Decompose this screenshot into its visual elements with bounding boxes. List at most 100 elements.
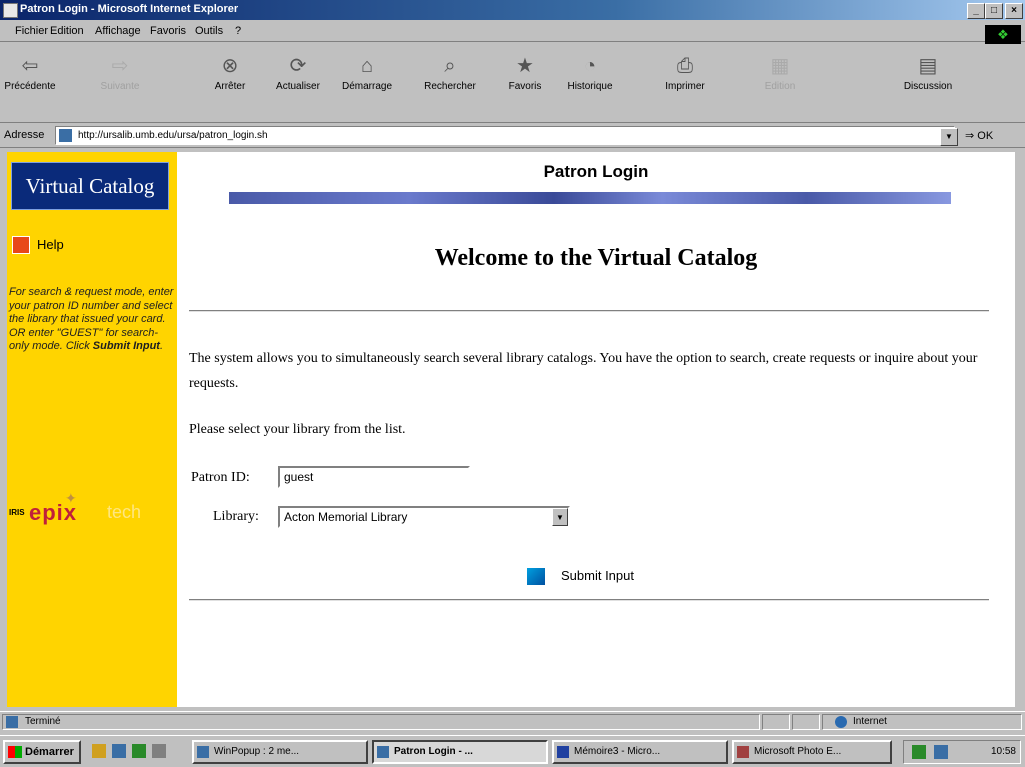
- menu-affichage[interactable]: Affichage: [95, 25, 141, 37]
- photo-editor-icon: [737, 746, 749, 758]
- start-button[interactable]: Démarrer: [3, 740, 81, 764]
- forward-label: Suivante: [100, 81, 140, 92]
- menu-outils[interactable]: Outils: [195, 25, 223, 37]
- discussion-button[interactable]: ▤ Discussion: [898, 47, 958, 117]
- virtual-catalog-logo[interactable]: Virtual Catalog: [11, 162, 169, 210]
- maximize-button[interactable]: □: [985, 3, 1003, 19]
- tray-network-icon[interactable]: [912, 745, 926, 759]
- quicklaunch-desktop-icon[interactable]: [92, 744, 106, 758]
- page-icon: [59, 129, 72, 142]
- ie-icon: [377, 746, 389, 758]
- search-label: Rechercher: [424, 81, 476, 92]
- quicklaunch-outlook-icon[interactable]: [132, 744, 146, 758]
- patron-id-label: Patron ID:: [191, 470, 250, 485]
- go-button[interactable]: ⇒ OK: [965, 129, 993, 142]
- menu-edition[interactable]: Edition: [50, 25, 84, 37]
- menu-fichier[interactable]: Fichier: [15, 25, 48, 37]
- go-label: OK: [977, 130, 994, 142]
- epix-prefix: IRIS: [9, 508, 25, 517]
- history-label: Historique: [567, 81, 613, 92]
- title-decoration-bar: [229, 192, 951, 204]
- quicklaunch-channels-icon[interactable]: [152, 744, 166, 758]
- library-selected-value: Acton Memorial Library: [284, 510, 408, 524]
- task-label: Patron Login - ...: [394, 746, 473, 757]
- print-button[interactable]: ⎙ Imprimer: [655, 47, 715, 117]
- status-text: Terminé: [25, 716, 61, 727]
- epix-logo[interactable]: ✦ IRIS epix tech: [7, 490, 172, 530]
- stop-button[interactable]: ⊗ Arrêter: [200, 47, 260, 117]
- status-bar: Terminé Internet: [0, 711, 1025, 732]
- status-panel-3: [792, 714, 820, 730]
- menu-bar: Fichier Edition Affichage Favoris Outils…: [0, 20, 1025, 44]
- browser-toolbar: ⇦ Précédente ⇨ Suivante ⊗ Arrêter ⟳ Actu…: [0, 43, 1025, 123]
- back-arrow-icon: ⇦: [21, 55, 39, 77]
- epix-tech-ghost: tech: [107, 502, 142, 522]
- address-label: Adresse: [4, 129, 45, 141]
- minimize-button[interactable]: _: [967, 3, 985, 19]
- quicklaunch-ie-icon[interactable]: [112, 744, 126, 758]
- page-viewport: Virtual Catalog Help For search & reques…: [7, 152, 1015, 707]
- page-title: Patron Login: [543, 162, 649, 181]
- taskbar: Démarrer WinPopup : 2 me... Patron Login…: [0, 735, 1025, 767]
- select-library-prompt: Please select your library from the list…: [189, 422, 406, 437]
- divider-top: [189, 310, 989, 312]
- refresh-label: Actualiser: [276, 81, 320, 92]
- task-memoire[interactable]: Mémoire3 - Micro...: [552, 740, 728, 764]
- print-icon: ⎙: [677, 55, 693, 77]
- status-text-panel: Terminé: [2, 714, 760, 730]
- print-label: Imprimer: [665, 81, 705, 92]
- address-url: http://ursalib.umb.edu/ursa/patron_login…: [78, 130, 268, 141]
- home-button[interactable]: ⌂ Démarrage: [337, 47, 397, 117]
- main-content: Patron Login Welcome to the Virtual Cata…: [177, 152, 1015, 707]
- word-icon: [557, 746, 569, 758]
- task-winpopup[interactable]: WinPopup : 2 me...: [192, 740, 368, 764]
- favorites-icon: ★: [516, 55, 534, 77]
- menu-favoris[interactable]: Favoris: [150, 25, 186, 37]
- zone-panel: Internet: [822, 714, 1022, 730]
- discuss-icon: ▤: [918, 55, 938, 77]
- system-tray: 10:58: [903, 740, 1021, 764]
- sidebar: Virtual Catalog Help For search & reques…: [7, 152, 177, 707]
- discussion-label: Discussion: [903, 81, 953, 92]
- task-photo-editor[interactable]: Microsoft Photo E...: [732, 740, 892, 764]
- task-patron-login[interactable]: Patron Login - ...: [372, 740, 548, 764]
- task-label: Microsoft Photo E...: [754, 746, 842, 757]
- help-link[interactable]: Help: [37, 237, 64, 252]
- home-label: Démarrage: [341, 81, 393, 92]
- edit-button[interactable]: ▦ Edition: [750, 47, 810, 117]
- back-button[interactable]: ⇦ Précédente: [0, 47, 60, 117]
- globe-icon: [835, 716, 847, 728]
- divider-bottom: [189, 599, 989, 601]
- address-dropdown-button[interactable]: ▼: [940, 128, 958, 146]
- back-label: Précédente: [4, 81, 56, 92]
- patron-id-input[interactable]: guest: [278, 466, 470, 488]
- tray-volume-icon[interactable]: [934, 745, 948, 759]
- refresh-icon: ⟳: [289, 55, 307, 77]
- stop-icon: ⊗: [221, 55, 239, 77]
- done-page-icon: [6, 716, 18, 728]
- clock[interactable]: 10:58: [991, 746, 1016, 757]
- windows-logo-icon: ❖: [985, 25, 1021, 44]
- close-button[interactable]: ×: [1005, 3, 1023, 19]
- epix-wordmark: epix: [29, 500, 78, 525]
- favorites-button[interactable]: ★ Favoris: [495, 47, 555, 117]
- intro-paragraph: The system allows you to simultaneously …: [189, 351, 978, 391]
- task-label: WinPopup : 2 me...: [214, 746, 300, 757]
- ie-app-icon[interactable]: [3, 3, 18, 18]
- go-arrow-icon: ⇒: [965, 130, 975, 142]
- welcome-heading: Welcome to the Virtual Catalog: [434, 245, 758, 271]
- forward-button[interactable]: ⇨ Suivante: [90, 47, 150, 117]
- library-select[interactable]: Acton Memorial Library ▼: [278, 506, 570, 528]
- search-button[interactable]: ⌕ Rechercher: [420, 47, 480, 117]
- history-button[interactable]: ◔ Historique: [560, 47, 620, 117]
- edit-label: Edition: [764, 81, 796, 92]
- start-label: Démarrer: [25, 746, 74, 758]
- address-bar: Adresse http://ursalib.umb.edu/ursa/patr…: [0, 124, 1025, 148]
- chevron-down-icon[interactable]: ▼: [552, 508, 568, 526]
- history-icon: ◔: [583, 55, 597, 77]
- status-panel-2: [762, 714, 790, 730]
- address-input[interactable]: http://ursalib.umb.edu/ursa/patron_login…: [55, 126, 955, 145]
- menu-help[interactable]: ?: [235, 25, 241, 37]
- help-icon[interactable]: [12, 236, 30, 254]
- refresh-button[interactable]: ⟳ Actualiser: [268, 47, 328, 117]
